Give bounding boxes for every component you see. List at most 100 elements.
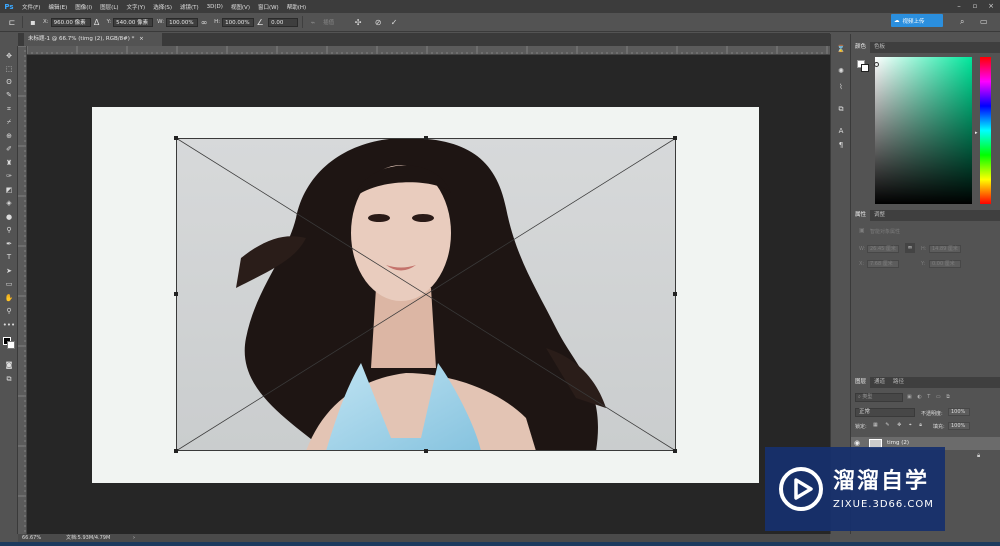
delta-icon[interactable]: Δ: [91, 16, 103, 28]
marquee-tool-icon[interactable]: ⬚: [2, 63, 16, 75]
history-icon[interactable]: ⌛: [835, 44, 847, 54]
brush-settings-icon[interactable]: ✺: [835, 66, 847, 76]
transform-tool-icon[interactable]: ⊏: [6, 16, 18, 28]
crop-tool-icon[interactable]: ⌗: [2, 103, 16, 115]
transform-handle[interactable]: [673, 136, 677, 140]
menu-select[interactable]: 选择(S): [149, 3, 176, 11]
zoom-tool-icon[interactable]: ⚲: [2, 305, 16, 317]
color-picker-cursor[interactable]: [874, 62, 879, 67]
move-tool-icon[interactable]: ✥: [2, 50, 16, 62]
placed-image[interactable]: [176, 138, 676, 451]
menu-layer[interactable]: 图层(L): [96, 3, 122, 11]
puppet-warp-icon[interactable]: ✣: [352, 16, 364, 28]
clone-stamp-tool-icon[interactable]: ♜: [2, 157, 16, 169]
quick-mask-icon[interactable]: ◙: [2, 359, 16, 371]
dodge-tool-icon[interactable]: ⚲: [2, 224, 16, 236]
zoom-level[interactable]: 66.67%: [22, 534, 41, 542]
close-tab-icon[interactable]: ×: [139, 36, 144, 42]
prop-x-field[interactable]: 7.68 厘米: [867, 260, 899, 268]
search-icon[interactable]: ⌕: [960, 17, 964, 27]
blend-mode-select[interactable]: 正常: [855, 408, 915, 417]
transform-handle[interactable]: [174, 292, 178, 296]
hue-slider[interactable]: [980, 57, 991, 204]
document-tab[interactable]: 未标题-1 @ 66.7% (timg (2), RGB/8#) * ×: [24, 33, 162, 46]
width-field[interactable]: 100.00%: [166, 17, 199, 27]
y-field[interactable]: 540.00 像素: [113, 17, 154, 27]
rectangle-tool-icon[interactable]: ▭: [2, 278, 16, 290]
menu-edit[interactable]: 编辑(E): [44, 3, 71, 11]
path-select-tool-icon[interactable]: ➤: [2, 265, 16, 277]
watermark-logo: 溜溜自学 ZIXUE.3D66.COM: [765, 447, 945, 531]
tab-paths[interactable]: 路径: [889, 377, 908, 388]
x-field[interactable]: 960.00 像素: [50, 17, 91, 27]
type-tool-icon[interactable]: T: [2, 251, 16, 263]
minimize-icon[interactable]: –: [952, 0, 966, 12]
commit-transform-icon[interactable]: ✓: [388, 16, 400, 28]
more-tools-icon[interactable]: •••: [2, 319, 16, 331]
transform-handle[interactable]: [673, 292, 677, 296]
hand-tool-icon[interactable]: ✋: [2, 292, 16, 304]
color-picker-field[interactable]: [875, 57, 972, 204]
watermark-brand: 溜溜自学: [833, 468, 930, 494]
close-icon[interactable]: ×: [984, 0, 998, 12]
prop-y-field[interactable]: 0.00 厘米: [929, 260, 961, 268]
clone-source-icon[interactable]: ⧉: [835, 104, 847, 114]
menu-image[interactable]: 图像(I): [71, 3, 96, 11]
menu-3d[interactable]: 3D(D): [203, 4, 227, 10]
warp-icon[interactable]: ⌁: [307, 16, 319, 28]
layer-filter-icons[interactable]: ▣ ◐ T ▭ ⧉: [907, 394, 952, 400]
transform-handle[interactable]: [424, 449, 428, 453]
menu-type[interactable]: 文字(Y): [123, 3, 150, 11]
maximize-icon[interactable]: ▫: [968, 0, 982, 12]
transform-handle[interactable]: [424, 136, 428, 140]
tab-color[interactable]: 颜色: [851, 42, 871, 53]
background-color-swatch[interactable]: [7, 341, 15, 349]
link-icon[interactable]: ∞: [198, 16, 210, 28]
menu-file[interactable]: 文件(F): [18, 3, 44, 11]
blend-mode-value: 正常: [859, 409, 871, 415]
prop-width-field[interactable]: 26.45 厘米: [867, 245, 899, 253]
tab-channels[interactable]: 通道: [870, 377, 889, 388]
video-upload-button[interactable]: ☁ 视频上传: [891, 14, 943, 27]
height-field[interactable]: 100.00%: [222, 17, 255, 27]
screen-mode-icon[interactable]: ⧉: [2, 373, 16, 385]
quick-select-tool-icon[interactable]: ✎: [2, 89, 16, 101]
menu-window[interactable]: 窗口(W): [254, 3, 283, 11]
brush-presets-icon[interactable]: ⌇: [835, 82, 847, 92]
fill-field[interactable]: 100%: [948, 422, 970, 430]
blur-tool-icon[interactable]: ●: [2, 211, 16, 223]
lock-options-icons[interactable]: ▦ ✎ ✥ ⌖ 🔒︎: [873, 422, 925, 428]
layer-filter-select[interactable]: ⌕ 类型: [855, 393, 903, 402]
workspace-icon[interactable]: ▭: [980, 17, 988, 26]
healing-brush-tool-icon[interactable]: ⊕: [2, 130, 16, 142]
transform-handle[interactable]: [174, 136, 178, 140]
prop-height-field[interactable]: 14.89 厘米: [929, 245, 961, 253]
character-icon[interactable]: A: [835, 126, 847, 136]
tab-adjustments[interactable]: 调整: [870, 210, 889, 221]
reference-point-icon[interactable]: ▪: [27, 16, 39, 28]
lasso-tool-icon[interactable]: ʘ: [2, 76, 16, 88]
hue-slider-marker-icon[interactable]: ▸: [975, 130, 978, 136]
tab-layers[interactable]: 图层: [851, 377, 871, 388]
gradient-tool-icon[interactable]: ◈: [2, 197, 16, 209]
layer-filter-label: 类型: [862, 394, 873, 400]
tab-properties[interactable]: 属性: [851, 210, 871, 221]
menu-help[interactable]: 帮助(H): [283, 3, 310, 11]
color-background-swatch[interactable]: [861, 64, 869, 72]
brush-tool-icon[interactable]: ✐: [2, 143, 16, 155]
eyedropper-tool-icon[interactable]: ⌿: [2, 116, 16, 128]
cancel-transform-icon[interactable]: ⊘: [372, 16, 384, 28]
history-brush-tool-icon[interactable]: ✑: [2, 170, 16, 182]
angle-field[interactable]: 0.00: [268, 17, 299, 27]
menu-filter[interactable]: 滤镜(T): [176, 3, 203, 11]
tab-swatches[interactable]: 色板: [870, 42, 889, 53]
link-dimensions-icon[interactable]: ∞: [905, 243, 915, 253]
transform-handle[interactable]: [673, 449, 677, 453]
eraser-tool-icon[interactable]: ◩: [2, 184, 16, 196]
transform-handle[interactable]: [174, 449, 178, 453]
status-menu-arrow-icon[interactable]: ›: [133, 534, 135, 542]
menu-view[interactable]: 视图(V): [227, 3, 254, 11]
opacity-field[interactable]: 100%: [948, 408, 970, 416]
pen-tool-icon[interactable]: ✒: [2, 238, 16, 250]
paragraph-icon[interactable]: ¶: [835, 140, 847, 150]
